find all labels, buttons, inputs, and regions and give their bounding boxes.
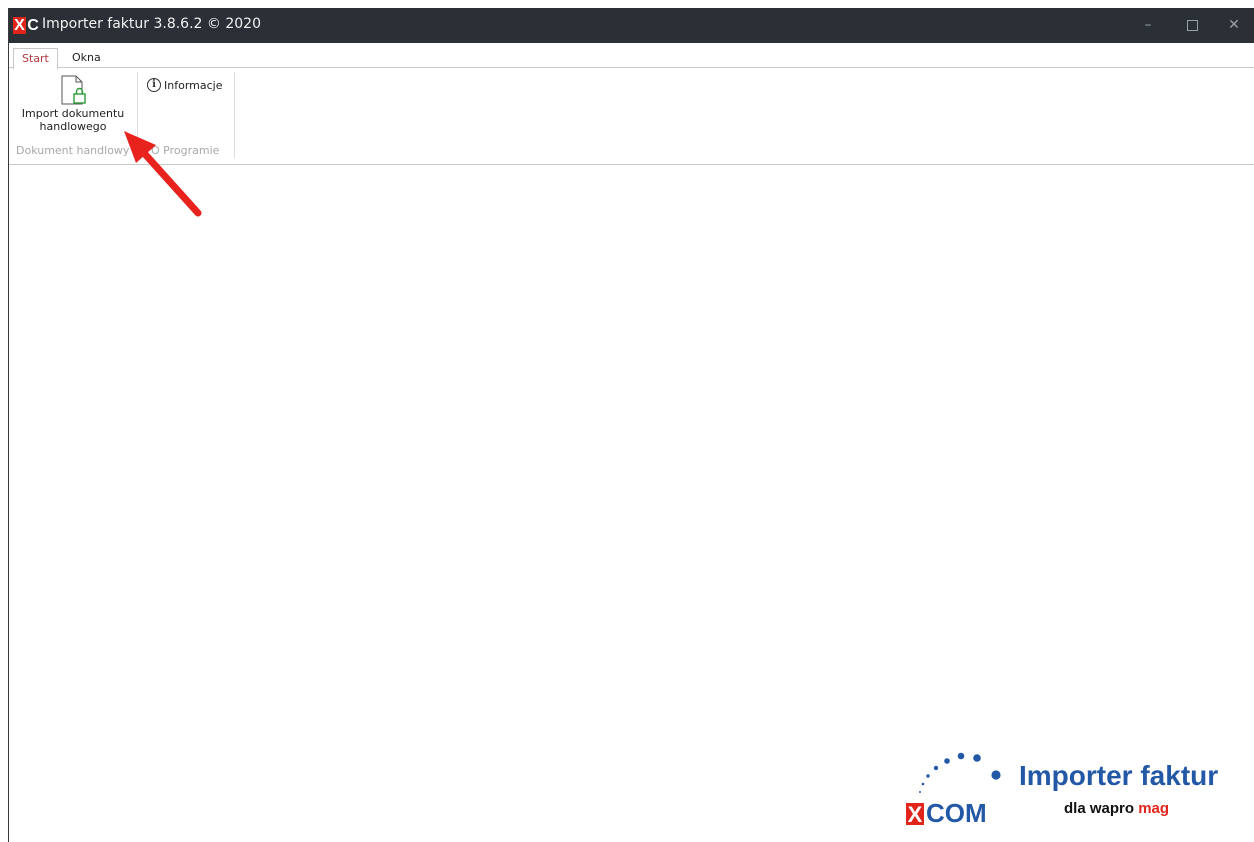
xcom-logo: X COM xyxy=(906,798,987,829)
document-lock-icon xyxy=(61,75,86,105)
xcom-logo-x: X xyxy=(906,801,924,827)
ribbon-tabs: Start Okna xyxy=(9,43,1254,70)
info-icon: i xyxy=(147,78,161,92)
brand-title: Importer faktur xyxy=(1019,760,1219,791)
minimize-button[interactable]: – xyxy=(1127,8,1169,43)
app-logo-c: C xyxy=(27,17,39,34)
close-icon: ✕ xyxy=(1228,17,1240,33)
brand-logo: Importer faktur X COM dla wapro mag xyxy=(904,748,1249,828)
informacje-label: Informacje xyxy=(164,78,223,92)
group-separator xyxy=(234,72,235,158)
maximize-icon xyxy=(1186,19,1198,31)
minimize-icon: – xyxy=(1144,17,1152,33)
brand-subtitle: dla wapro mag xyxy=(1064,800,1169,817)
window-title: Importer faktur 3.8.6.2 © 2020 xyxy=(42,16,261,32)
close-button[interactable]: ✕ xyxy=(1213,8,1254,43)
app-logo-x: X xyxy=(13,17,26,34)
title-bar[interactable]: X C Importer faktur 3.8.6.2 © 2020 – ✕ xyxy=(9,8,1254,43)
tab-start[interactable]: Start xyxy=(13,48,58,70)
tab-okna[interactable]: Okna xyxy=(64,48,109,68)
brand-subtitle-prefix: dla wapro xyxy=(1064,800,1139,817)
maximize-button[interactable] xyxy=(1171,8,1213,43)
import-document-label-line1: Import dokumentu xyxy=(21,107,125,120)
informacje-button[interactable]: i Informacje xyxy=(147,76,222,94)
app-logo: X C xyxy=(13,17,39,34)
brand-subtitle-mag: mag xyxy=(1138,800,1170,817)
xcom-logo-text: COM xyxy=(926,798,987,828)
annotation-arrow xyxy=(124,131,202,217)
